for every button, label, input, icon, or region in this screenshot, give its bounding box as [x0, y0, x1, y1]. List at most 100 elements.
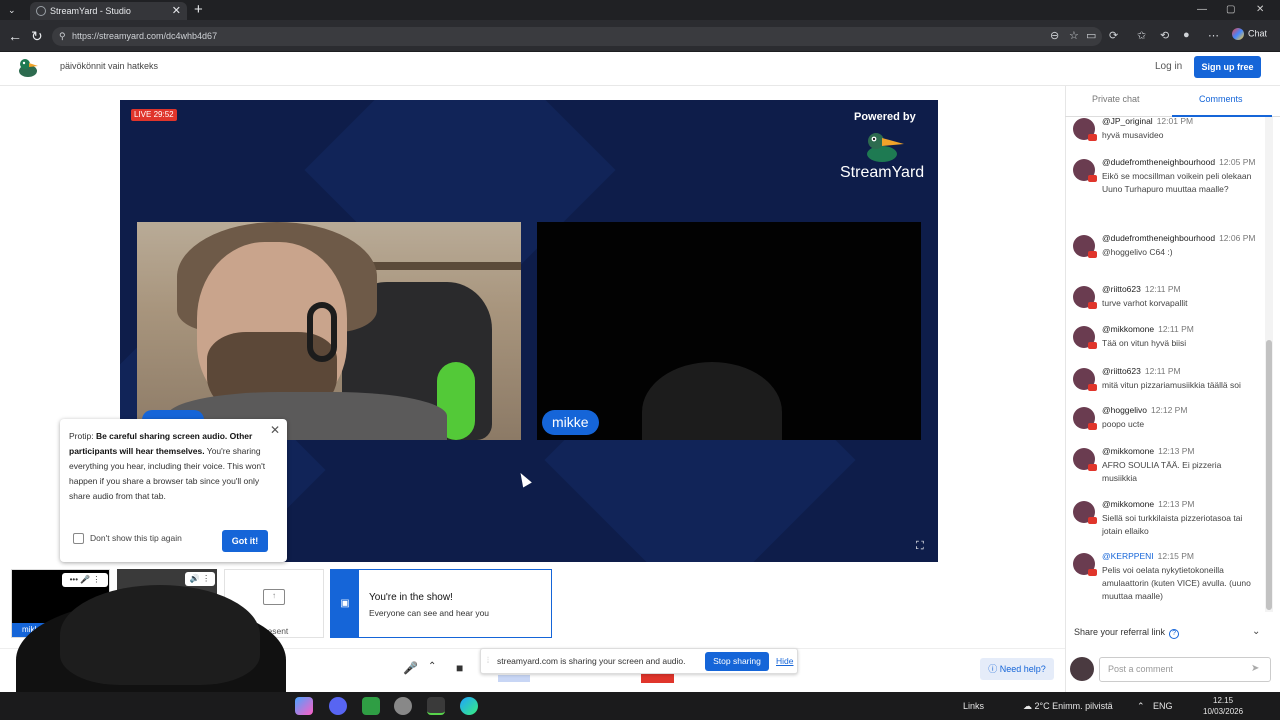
dont-show-checkbox[interactable] [73, 533, 84, 544]
commenter-avatar [1073, 407, 1097, 430]
comment-time: 12:12 PM [1151, 405, 1188, 415]
links-toolbar[interactable]: Links [963, 701, 984, 711]
comment-user: @mikkomone [1102, 499, 1155, 509]
in-show-subtitle: Everyone can see and hear you [369, 608, 490, 618]
streamyard-brand-logo-icon [867, 133, 904, 162]
comment-user: @KERPPENI [1102, 551, 1154, 561]
tab-title: StreamYard - Studio [50, 6, 131, 16]
commenter-avatar [1073, 326, 1097, 349]
studio-title: päivökönnit vain hatkeks [60, 61, 159, 71]
copilot-app-icon[interactable] [295, 697, 313, 715]
need-help-button[interactable]: ⓘ Need help? [980, 658, 1054, 680]
signup-button[interactable]: Sign up free [1194, 56, 1261, 78]
hide-link[interactable]: Hide [776, 656, 793, 666]
streamyard-favicon-icon [36, 6, 46, 16]
dont-show-label[interactable]: Don't show this tip again [90, 531, 182, 546]
split-screen-icon[interactable]: ▭ [1086, 29, 1096, 42]
comment-user: @dudefromtheneighbourhood [1102, 233, 1216, 243]
language-indicator[interactable]: ENG [1153, 701, 1173, 711]
got-it-button[interactable]: Got it! [222, 530, 268, 552]
edge-browser-icon[interactable] [460, 697, 478, 715]
comment-text: poopo ucte [1102, 419, 1145, 429]
site-info-icon[interactable]: ⚲ [59, 27, 66, 46]
login-link[interactable]: Log in [1155, 61, 1182, 72]
clock-time: 12.15 [1213, 696, 1234, 705]
comment-time: 12:15 PM [1157, 551, 1195, 561]
extensions-icon[interactable]: ⟳ [1109, 29, 1118, 42]
comments-list: @JP_original 12:01 PM hyvä musavideo @dud… [1065, 117, 1265, 612]
window-close-icon[interactable]: ✕ [1256, 0, 1264, 20]
reload-icon[interactable]: ↻ [31, 20, 43, 52]
copilot-chat-button[interactable]: Chat [1232, 28, 1267, 40]
live-badge: LIVE 29:52 [131, 109, 177, 121]
browser-tab[interactable]: StreamYard - Studio ✕ [30, 2, 187, 20]
tray-chevron-icon[interactable]: ⌃ [1137, 701, 1145, 712]
comment-user: @mikkomone [1102, 446, 1155, 456]
profile-icon[interactable]: ● [1183, 29, 1190, 41]
app-icon[interactable] [394, 697, 412, 715]
participant-video-host[interactable] [137, 222, 521, 440]
discord-app-icon[interactable] [329, 697, 347, 715]
thumbnail-controls[interactable]: ••• 🎤 ⋮ [62, 573, 108, 587]
comment-text: @hoggelivo C64 :) [1102, 247, 1173, 257]
microphone-icon[interactable]: 🎤 [403, 661, 418, 675]
maximize-icon[interactable]: ▢ [1226, 0, 1235, 20]
app-icon[interactable] [427, 697, 445, 715]
comment-input[interactable]: Post a comment [1099, 657, 1271, 682]
commenter-avatar [1073, 501, 1097, 524]
camera-icon[interactable]: ■ [456, 661, 463, 675]
new-tab-button[interactable]: + [194, 0, 203, 20]
comment-text: Eikö se mocsillman voikein peli olekaan … [1102, 171, 1252, 194]
back-icon[interactable]: ← [8, 20, 22, 52]
app-icon[interactable] [362, 697, 380, 715]
address-bar[interactable]: ⚲ https://streamyard.com/dc4whb4d67 [52, 27, 1102, 46]
tab-close-icon[interactable]: ✕ [172, 2, 181, 20]
video-headset [307, 302, 337, 362]
tab-search-icon[interactable]: ⌄ [8, 0, 16, 20]
menu-dots-icon[interactable]: ⋯ [1208, 29, 1219, 42]
need-help-label: Need help? [999, 664, 1046, 674]
video-cap [642, 362, 782, 440]
comment-user: @riitto623 [1102, 284, 1141, 294]
protip-popover: Protip: Be careful sharing screen audio.… [60, 419, 287, 562]
comment-time: 12:13 PM [1158, 446, 1195, 456]
commenter-avatar [1073, 553, 1097, 576]
webcam-overlay-cap [60, 585, 260, 685]
leave-studio-button-partial[interactable] [641, 674, 674, 683]
screen-share-notification: ⦙ streamyard.com is sharing your screen … [480, 648, 798, 674]
fullscreen-icon[interactable]: ⛶ [916, 540, 924, 553]
bookmark-star-icon[interactable]: ☆ [1069, 29, 1079, 42]
protip-lead: Protip: [69, 431, 96, 441]
in-show-notice: ▣ You're in the show! Everyone can see a… [330, 569, 552, 638]
comment-time: 12:11 PM [1144, 284, 1181, 294]
comments-scroll-thumb[interactable] [1266, 340, 1272, 610]
present-screen-icon: ↑ [263, 589, 285, 605]
zoom-icon[interactable]: ⊖ [1050, 29, 1059, 42]
stop-sharing-button[interactable]: Stop sharing [705, 652, 769, 671]
minimize-icon[interactable]: — [1197, 0, 1207, 20]
comment-user: @mikkomone [1102, 324, 1155, 334]
system-clock[interactable]: 12.15 10/03/2026 [1203, 695, 1243, 717]
send-icon[interactable]: ➤ [1251, 663, 1259, 674]
comment-time: 12:06 PM [1219, 233, 1256, 243]
protip-close-icon[interactable]: ✕ [270, 423, 280, 438]
chevron-down-icon[interactable]: ⌄ [1252, 626, 1260, 637]
drag-grip-icon[interactable]: ⦙ [487, 655, 489, 666]
tab-private-chat[interactable]: Private chat [1092, 94, 1140, 104]
help-icon[interactable]: ? [1169, 629, 1180, 639]
screen-thumbnail-controls[interactable]: 🔊 ⋮ [185, 572, 215, 586]
referral-link-toggle[interactable]: Share your referral link? [1074, 627, 1180, 639]
avatar [1070, 657, 1094, 681]
tab-comments[interactable]: Comments [1199, 94, 1243, 104]
history-icon[interactable]: ⟲ [1160, 29, 1169, 42]
mic-options-chevron-icon[interactable]: ⌃ [428, 661, 436, 672]
commenter-avatar [1073, 118, 1097, 141]
comment-text: Pelis voi oelata nykytietokoneilla amula… [1102, 565, 1251, 601]
control-button-partial[interactable] [498, 675, 530, 682]
commenter-avatar [1073, 368, 1097, 391]
comment-user: @riitto623 [1102, 366, 1141, 376]
weather-widget[interactable]: ☁ 2°C Enimm. pilvistä [1023, 701, 1113, 712]
participant-video-mikke[interactable] [537, 222, 921, 440]
comment-user: @JP_original [1102, 117, 1153, 126]
favorites-icon[interactable]: ✩ [1137, 29, 1146, 42]
